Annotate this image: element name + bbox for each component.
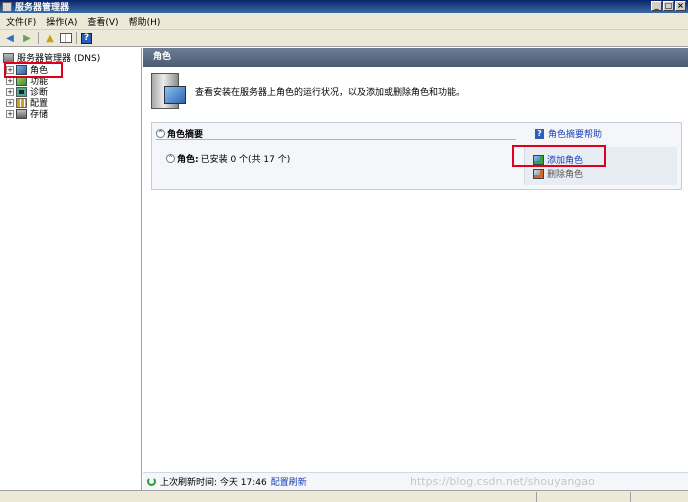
- back-arrow-icon[interactable]: ◀: [3, 32, 17, 45]
- tree-item-storage[interactable]: + 存储: [6, 108, 49, 120]
- roles-banner: 查看安装在服务器上角色的运行状况，以及添加或删除角色和功能。: [143, 67, 688, 115]
- server-roles-icon: [151, 73, 186, 109]
- show-hide-console-tree-icon[interactable]: [60, 33, 72, 43]
- menu-file[interactable]: 文件(F): [2, 15, 40, 28]
- remove-roles-link[interactable]: 删除角色: [533, 167, 583, 180]
- expand-icon[interactable]: +: [6, 98, 14, 107]
- roles-count-line: ^ 角色: 已安装 0 个(共 17 个): [166, 152, 290, 165]
- help-icon[interactable]: ?: [81, 32, 92, 44]
- up-folder-icon[interactable]: ▲: [43, 32, 57, 45]
- console-tree: 服务器管理器 (DNS) + 角色 + 功能 + 诊断 + 配置 + 存储: [0, 48, 142, 490]
- watermark: https://blog.csdn.net/shouyangao: [410, 475, 595, 488]
- toolbar: ◀ ▶ ▲ ?: [0, 30, 688, 47]
- refresh-icon: [147, 477, 156, 486]
- configuration-icon: [16, 97, 27, 108]
- minimize-button[interactable]: _: [651, 1, 662, 11]
- maximize-button[interactable]: □: [663, 1, 674, 11]
- collapse-icon[interactable]: ^: [156, 129, 165, 138]
- title-bar: 服务器管理器 _ □ ×: [0, 0, 688, 13]
- annotation-highlight-add-roles: [512, 145, 606, 167]
- expand-icon[interactable]: +: [6, 109, 14, 118]
- menu-view[interactable]: 查看(V): [83, 15, 122, 28]
- remove-roles-label: 删除角色: [547, 170, 584, 180]
- toolbar-separator: [76, 32, 77, 44]
- roles-description: 查看安装在服务器上角色的运行状况，以及添加或删除角色和功能。: [195, 88, 466, 98]
- roles-label: 角色:: [177, 155, 199, 165]
- status-bar: [0, 490, 688, 502]
- expand-icon[interactable]: +: [6, 87, 14, 96]
- window-title: 服务器管理器: [15, 3, 70, 13]
- roles-installed-count: 已安装 0 个(共 17 个): [200, 155, 291, 165]
- tree-item-label: 存储: [30, 110, 49, 120]
- server-icon: [3, 52, 14, 63]
- status-bar-panel: [630, 492, 686, 502]
- configure-refresh-link[interactable]: 配置刷新: [271, 475, 307, 488]
- diagnostics-icon: [16, 86, 27, 97]
- last-refresh-time: 上次刷新时间: 今天 17:46: [160, 478, 267, 488]
- remove-roles-icon: [533, 168, 544, 179]
- close-button[interactable]: ×: [675, 1, 686, 11]
- toolbar-separator: [38, 32, 39, 44]
- menu-help[interactable]: 帮助(H): [125, 15, 165, 28]
- window-controls: _ □ ×: [651, 1, 686, 11]
- content-pane: 角色 查看安装在服务器上角色的运行状况，以及添加或删除角色和功能。 ^ 角色摘要…: [143, 48, 688, 490]
- server-manager-icon: [2, 1, 12, 12]
- status-bar-panel: [536, 492, 626, 502]
- help-icon: ?: [535, 128, 544, 139]
- menu-action[interactable]: 操作(A): [42, 15, 81, 28]
- collapse-icon[interactable]: ^: [166, 154, 175, 163]
- roles-summary-help-link[interactable]: ? 角色摘要帮助: [535, 127, 602, 140]
- storage-icon: [16, 108, 27, 119]
- menu-bar: 文件(F) 操作(A) 查看(V) 帮助(H): [0, 13, 688, 30]
- forward-arrow-icon[interactable]: ▶: [20, 32, 34, 45]
- roles-summary-help-label: 角色摘要帮助: [548, 130, 603, 140]
- annotation-highlight-roles: [4, 62, 63, 78]
- content-header: 角色: [143, 48, 688, 67]
- section-divider: [156, 139, 516, 140]
